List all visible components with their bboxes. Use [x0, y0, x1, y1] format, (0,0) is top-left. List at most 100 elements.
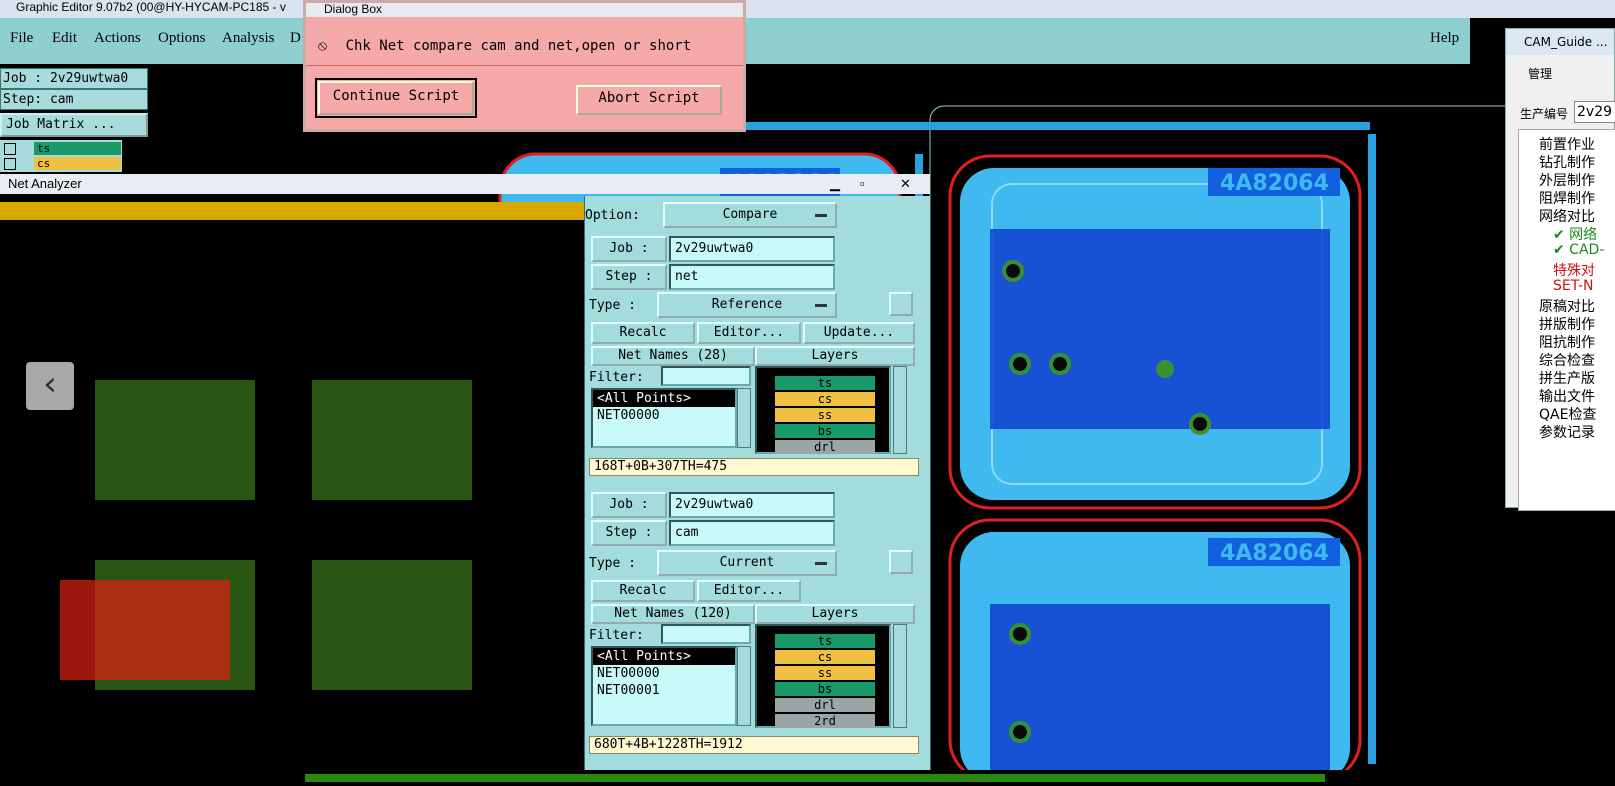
- job-label: Job : 2v29uwtwa0: [0, 68, 148, 89]
- dialog-separator: [306, 65, 743, 66]
- tree-item[interactable]: 参数记录: [1539, 422, 1595, 442]
- menu-analysis[interactable]: Analysis: [222, 30, 275, 47]
- tree-item[interactable]: ✔ CAD-: [1553, 242, 1604, 258]
- ref-editor-button[interactable]: Editor...: [697, 322, 801, 344]
- menu-file[interactable]: File: [10, 30, 33, 47]
- close-icon[interactable]: ✕: [900, 174, 911, 194]
- cur-filter-input[interactable]: [661, 624, 751, 644]
- progress-strip: [305, 774, 1325, 782]
- prod-input[interactable]: 2v29: [1574, 101, 1615, 123]
- board-label: 4A82064: [1220, 541, 1329, 566]
- layer-ts[interactable]: ts: [775, 634, 875, 648]
- layer-cs[interactable]: cs: [34, 157, 121, 170]
- tree-item[interactable]: 阻焊制作: [1539, 188, 1595, 208]
- layer-cs[interactable]: cs: [775, 392, 875, 406]
- cur-layers-header: Layers: [755, 604, 915, 624]
- layer-drl[interactable]: drl: [775, 698, 875, 712]
- cur-recalc-button[interactable]: Recalc: [591, 580, 695, 602]
- tree-item[interactable]: 前置作业: [1539, 134, 1595, 154]
- cur-stat: 680T+4B+1228TH=1912: [589, 736, 919, 754]
- cur-net-names-header: Net Names (120): [591, 604, 755, 624]
- menu-help[interactable]: Help: [1430, 30, 1459, 47]
- cur-job-field[interactable]: 2v29uwtwa0: [669, 492, 835, 518]
- list-item[interactable]: NET00000: [593, 665, 735, 682]
- list-item[interactable]: <All Points>: [593, 390, 735, 407]
- option-label: Option:: [585, 208, 640, 223]
- layer-checkbox[interactable]: [4, 143, 16, 155]
- guide-title: CAM_Guide ...: [1506, 29, 1614, 55]
- tree-item[interactable]: 外层制作: [1539, 170, 1595, 190]
- zoom-icon[interactable]: [889, 292, 913, 316]
- net-analyzer-title: Net Analyzer ▁ ▫ ✕: [0, 174, 930, 194]
- list-item[interactable]: <All Points>: [593, 648, 735, 665]
- back-arrow-icon[interactable]: ‹: [26, 362, 74, 410]
- ref-layer-list[interactable]: ts cs ss bs drl: [755, 366, 891, 454]
- guide-tree[interactable]: 前置作业 钻孔制作 外层制作 阻焊制作 网络对比 ✔ 网络 ✔ CAD- 特殊对…: [1518, 129, 1615, 511]
- tree-item[interactable]: 拼生产版: [1539, 368, 1595, 388]
- ref-net-list[interactable]: <All Points> NET00000: [591, 388, 737, 448]
- tree-item[interactable]: 拼版制作: [1539, 314, 1595, 334]
- ref-type-label: Type :: [589, 298, 636, 313]
- ref-step-field[interactable]: net: [669, 264, 835, 290]
- menu-options[interactable]: Options: [158, 30, 206, 47]
- layer-bs[interactable]: bs: [775, 682, 875, 696]
- cur-job-label: Job :: [591, 492, 667, 518]
- net-analyzer-title-text: Net Analyzer: [8, 176, 82, 191]
- ref-update-button[interactable]: Update...: [803, 322, 915, 344]
- layer-bs[interactable]: bs: [775, 424, 875, 438]
- maximize-icon[interactable]: ▫: [860, 174, 865, 194]
- layer-drl[interactable]: drl: [775, 440, 875, 454]
- ref-layer-scrollbar[interactable]: [893, 366, 907, 454]
- net-analyzer-panel: Option: Compare Job : 2v29uwtwa0 Step : …: [584, 196, 930, 770]
- cur-list-scrollbar[interactable]: [737, 646, 751, 726]
- menu-actions[interactable]: Actions: [94, 30, 141, 47]
- tree-item[interactable]: 综合检查: [1539, 350, 1595, 370]
- zoom-icon[interactable]: [889, 550, 913, 574]
- tree-item[interactable]: 特殊对: [1553, 260, 1595, 280]
- cur-layer-scrollbar[interactable]: [893, 624, 907, 728]
- continue-script-button[interactable]: Continue Script: [315, 78, 477, 118]
- tree-item[interactable]: 原稿对比: [1539, 296, 1595, 316]
- cur-step-label: Step :: [591, 520, 667, 546]
- layer-ss[interactable]: ss: [775, 666, 875, 680]
- cur-step-field[interactable]: cam: [669, 520, 835, 546]
- guide-menu-manage[interactable]: 管理: [1528, 65, 1552, 82]
- status-strip: [0, 202, 584, 220]
- job-matrix-button[interactable]: Job Matrix ...: [0, 113, 148, 137]
- ref-job-field[interactable]: 2v29uwtwa0: [669, 236, 835, 262]
- tree-item[interactable]: 网络对比: [1539, 206, 1595, 226]
- list-item[interactable]: NET00001: [593, 682, 735, 699]
- prod-label: 生产编号: [1520, 107, 1569, 121]
- ref-recalc-button[interactable]: Recalc: [591, 322, 695, 344]
- ref-type-select[interactable]: Reference: [657, 292, 837, 318]
- dialog-message-text: Chk Net compare cam and net,open or shor…: [345, 38, 692, 54]
- layer-2rd[interactable]: 2rd: [775, 714, 875, 728]
- layer-ts[interactable]: ts: [775, 376, 875, 390]
- minimize-icon[interactable]: ▁: [830, 174, 840, 194]
- layer-ts[interactable]: ts: [34, 142, 121, 155]
- layer-checkbox[interactable]: [4, 158, 16, 170]
- ref-net-names-header: Net Names (28): [591, 346, 755, 366]
- cur-layer-list[interactable]: ts cs ss bs drl 2rd: [755, 624, 891, 728]
- ref-list-scrollbar[interactable]: [737, 388, 751, 448]
- abort-script-button[interactable]: Abort Script: [576, 85, 722, 115]
- menu-d[interactable]: D: [290, 30, 301, 47]
- cur-type-select[interactable]: Current: [657, 550, 837, 576]
- tree-item[interactable]: 阻抗制作: [1539, 332, 1595, 352]
- tree-item[interactable]: QAE检查: [1539, 404, 1596, 424]
- tree-item[interactable]: 钻孔制作: [1539, 152, 1595, 172]
- dialog-box: Dialog Box ⦸ Chk Net compare cam and net…: [303, 0, 746, 132]
- layer-cs[interactable]: cs: [775, 650, 875, 664]
- cur-net-list[interactable]: <All Points> NET00000 NET00001: [591, 646, 737, 726]
- option-select[interactable]: Compare: [663, 202, 837, 228]
- tree-item[interactable]: 输出文件: [1539, 386, 1595, 406]
- ref-filter-input[interactable]: [661, 366, 751, 386]
- dialog-message: ⦸ Chk Net compare cam and net,open or sh…: [318, 35, 738, 57]
- tree-item[interactable]: ✔ 网络: [1553, 224, 1597, 244]
- list-item[interactable]: NET00000: [593, 407, 735, 424]
- cur-editor-button[interactable]: Editor...: [697, 580, 801, 602]
- tree-item[interactable]: SET-N: [1553, 278, 1594, 294]
- menu-edit[interactable]: Edit: [52, 30, 77, 47]
- layer-ss[interactable]: ss: [775, 408, 875, 422]
- net-preview-canvas[interactable]: [0, 220, 584, 770]
